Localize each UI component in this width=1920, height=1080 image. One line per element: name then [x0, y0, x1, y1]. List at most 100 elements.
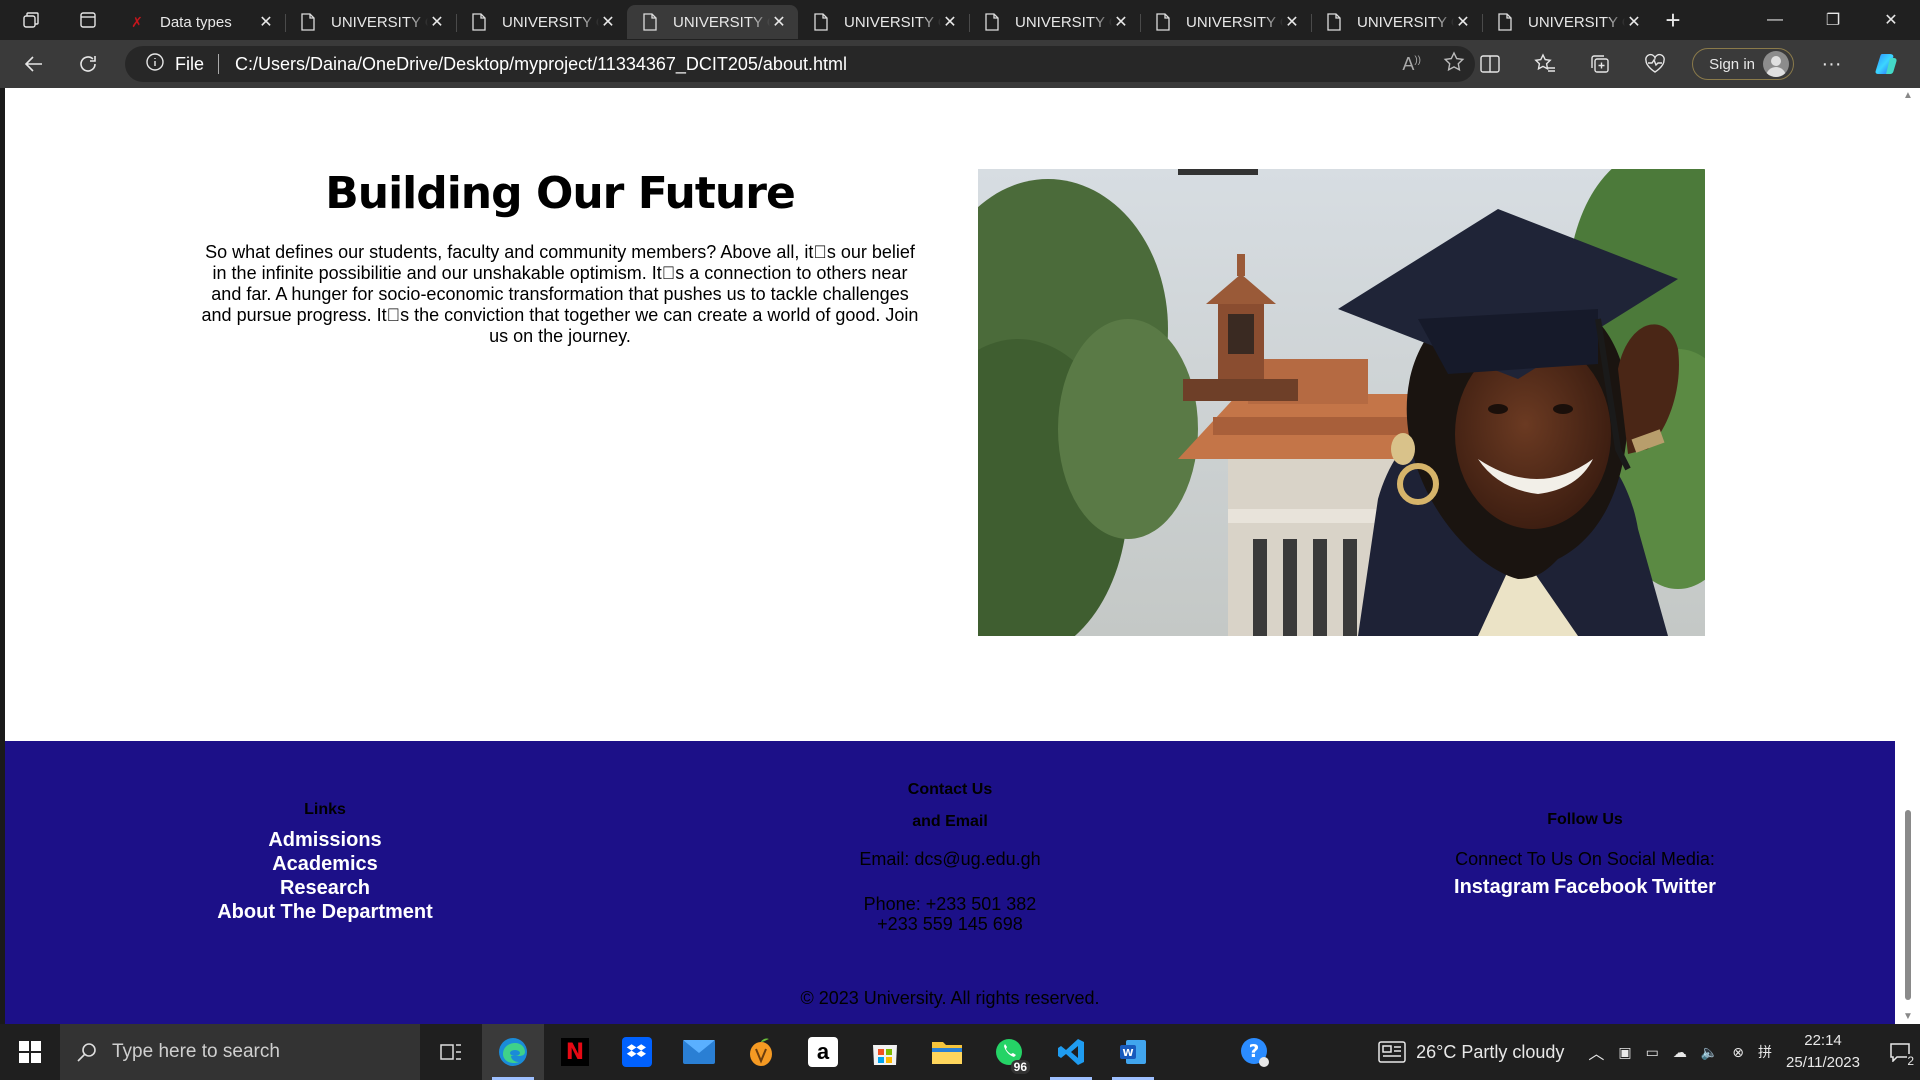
battery-icon[interactable]: ▭	[1646, 1044, 1659, 1061]
split-screen-icon[interactable]	[1462, 46, 1517, 82]
notifications-icon[interactable]: 2	[1880, 1024, 1920, 1080]
collections-icon[interactable]	[1572, 46, 1627, 82]
tab[interactable]: UNIVERSITY OF GHANA ✕	[1311, 5, 1482, 39]
favorites-icon[interactable]	[1517, 46, 1572, 82]
page-icon	[983, 13, 1001, 31]
footer-contact-heading: Contact Us	[907, 781, 993, 798]
footer-link-academics[interactable]: Academics	[125, 852, 525, 876]
microsoft-store-icon[interactable]	[854, 1024, 916, 1080]
search-placeholder: Type here to search	[112, 1041, 280, 1062]
close-icon[interactable]: ✕	[770, 13, 788, 31]
scroll-up-arrow-icon[interactable]: ▲	[1903, 90, 1913, 101]
clock[interactable]: 22:14 25/11/2023	[1786, 1030, 1860, 1074]
tab[interactable]: UNIVERSITY OF GHANA ✕	[1140, 5, 1311, 39]
amazon-icon[interactable]: a	[792, 1024, 854, 1080]
url-text[interactable]: C:/Users/Daina/OneDrive/Desktop/myprojec…	[235, 54, 847, 75]
weather-widget[interactable]: 26°C Partly cloudy	[1378, 1041, 1564, 1063]
tab-title: UNIVERSITY OF GHANA	[673, 13, 770, 31]
tab[interactable]: UNIVERSITY OF GHANA ✕	[798, 5, 969, 39]
page-icon	[1325, 13, 1343, 31]
netflix-icon[interactable]: N	[544, 1024, 606, 1080]
footer-links-column: Links Admissions Academics Research Abou…	[125, 794, 525, 924]
vertical-scrollbar[interactable]: ▲ ▼	[1896, 88, 1920, 1024]
contact-phone: Phone: +233 501 382	[863, 894, 1037, 914]
footer-link-admissions[interactable]: Admissions	[125, 828, 525, 852]
read-aloud-icon[interactable]: A))	[1402, 54, 1421, 75]
input-language-icon[interactable]: 拼	[1758, 1042, 1772, 1062]
toolbar-right: Sign in ···	[1462, 40, 1920, 88]
close-icon[interactable]: ✕	[428, 13, 446, 31]
footer-links-heading: Links	[304, 801, 346, 818]
red-x-icon: ✗	[131, 13, 143, 30]
twitter-link[interactable]: Twitter	[1652, 876, 1716, 898]
meet-now-icon[interactable]: ▣	[1618, 1044, 1631, 1061]
whatsapp-icon[interactable]: 96	[978, 1024, 1040, 1080]
chevron-up-icon[interactable]: ︿	[1588, 1040, 1604, 1064]
close-window-icon[interactable]: ✕	[1862, 0, 1920, 40]
search-icon	[77, 1043, 96, 1062]
tab-title: UNIVERSITY OF GHANA	[844, 13, 941, 31]
minimize-icon[interactable]: —	[1746, 0, 1804, 40]
tab-active[interactable]: UNIVERSITY OF GHANA ✕	[627, 5, 798, 39]
taskbar-search-box[interactable]: Type here to search	[60, 1024, 420, 1080]
back-button[interactable]	[12, 46, 56, 82]
task-view-icon[interactable]	[420, 1024, 482, 1080]
close-icon[interactable]: ✕	[1625, 13, 1643, 31]
scheme-label: File	[175, 53, 205, 74]
close-icon[interactable]: ✕	[941, 13, 959, 31]
windows-taskbar: Type here to search N a 96 W ? 26°C Part…	[0, 1024, 1920, 1080]
tray-icons: ︿ ▣ ▭ ☁ 🔈 ⊗ 拼	[1588, 1040, 1772, 1064]
close-icon[interactable]: ✕	[1454, 13, 1472, 31]
instagram-link[interactable]: Instagram	[1454, 876, 1550, 898]
mail-icon[interactable]	[668, 1024, 730, 1080]
close-icon[interactable]: ✕	[257, 13, 275, 31]
footer-follow-heading: Follow Us	[1547, 811, 1623, 828]
tab-actions-icon[interactable]	[62, 0, 114, 40]
tab[interactable]: UNIVERSITY OF GHANA ✕	[285, 5, 456, 39]
svg-text:W: W	[1122, 1048, 1133, 1059]
close-icon[interactable]: ✕	[1283, 13, 1301, 31]
close-icon[interactable]: ✕	[1112, 13, 1130, 31]
more-options-icon[interactable]: ···	[1804, 46, 1859, 82]
windows-start-icon[interactable]	[0, 1024, 60, 1080]
sign-in-button[interactable]: Sign in	[1692, 48, 1794, 80]
info-icon[interactable]	[145, 52, 165, 77]
close-circle-icon[interactable]: ⊗	[1732, 1044, 1744, 1061]
tab[interactable]: UNIVERSITY OF GHANA ✕	[969, 5, 1140, 39]
new-tab-button[interactable]: +	[1653, 0, 1693, 40]
volume-icon[interactable]: 🔈	[1701, 1044, 1718, 1061]
tab[interactable]: UNIVERSITY OF GHANA ✕	[1482, 5, 1653, 39]
footer-follow-column: Follow Us Connect To Us On Social Media:…	[1385, 804, 1785, 899]
footer-link-about-department[interactable]: About The Department	[125, 900, 525, 924]
svg-text:?: ?	[1249, 1041, 1259, 1062]
address-bar[interactable]: File C:/Users/Daina/OneDrive/Desktop/myp…	[125, 46, 1475, 82]
footer-link-research[interactable]: Research	[125, 876, 525, 900]
browser-essentials-icon[interactable]	[1627, 46, 1682, 82]
word-icon[interactable]: W	[1102, 1024, 1164, 1080]
facebook-link[interactable]: Facebook	[1554, 876, 1647, 898]
scroll-down-arrow-icon[interactable]: ▼	[1903, 1011, 1913, 1022]
copilot-icon[interactable]	[1859, 46, 1914, 82]
help-icon[interactable]: ?	[1224, 1024, 1286, 1080]
file-explorer-icon[interactable]	[916, 1024, 978, 1080]
vscode-icon[interactable]	[1040, 1024, 1102, 1080]
tab[interactable]: ✗ Data types ✕	[114, 5, 285, 39]
page-viewport: Building Our Future So what defines our …	[0, 88, 1920, 1024]
edge-taskbar-icon[interactable]	[482, 1024, 544, 1080]
restore-icon[interactable]: ❐	[1804, 0, 1862, 40]
network-icon[interactable]: ☁	[1673, 1044, 1687, 1061]
fl-studio-icon[interactable]	[730, 1024, 792, 1080]
tab-title: UNIVERSITY OF GHANA	[1528, 13, 1625, 31]
graduate-photo	[978, 169, 1705, 636]
tab[interactable]: UNIVERSITY OF GHANA ✕	[456, 5, 627, 39]
sign-in-label: Sign in	[1709, 55, 1755, 73]
workspaces-icon[interactable]	[0, 0, 62, 40]
tab-title: UNIVERSITY OF GHANA	[1357, 13, 1454, 31]
scrollbar-thumb[interactable]	[1905, 810, 1911, 1000]
refresh-button[interactable]	[66, 46, 110, 82]
tab-strip: ✗ Data types ✕ UNIVERSITY OF GHANA ✕ UNI…	[0, 0, 1920, 40]
tab-title: Data types	[160, 13, 232, 31]
close-icon[interactable]: ✕	[599, 13, 617, 31]
browser-toolbar: File C:/Users/Daina/OneDrive/Desktop/myp…	[0, 40, 1920, 88]
dropbox-icon[interactable]	[606, 1024, 668, 1080]
